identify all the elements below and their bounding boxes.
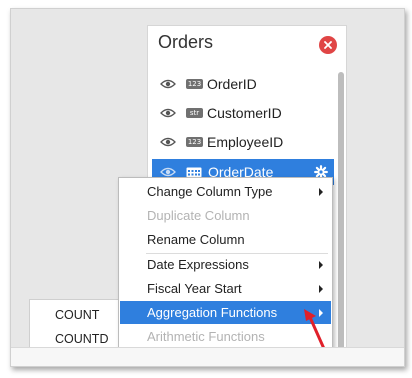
menu-item-change-column-type[interactable]: Change Column Type	[120, 180, 331, 203]
app-frame: Orders 123 OrderID str CustomerID 123 Em…	[10, 8, 405, 367]
column-row-customerid[interactable]: str CustomerID	[152, 100, 334, 126]
string-type-icon: str	[186, 108, 203, 118]
column-label: OrderID	[207, 76, 257, 92]
bottom-strip	[11, 347, 404, 366]
submenu-item-countd[interactable]: COUNTD	[55, 332, 108, 346]
panel-title: Orders	[158, 32, 214, 52]
scrollbar[interactable]	[338, 72, 344, 352]
close-icon[interactable]	[319, 36, 337, 54]
chevron-right-icon	[319, 285, 323, 293]
column-row-orderid[interactable]: 123 OrderID	[152, 71, 334, 97]
eye-icon[interactable]	[160, 137, 176, 147]
number-type-icon: 123	[186, 137, 203, 147]
column-label: EmployeeID	[207, 134, 284, 150]
chevron-right-icon	[319, 261, 323, 269]
eye-icon[interactable]	[160, 79, 176, 89]
eye-icon[interactable]	[160, 108, 176, 118]
submenu-item-count[interactable]: COUNT	[55, 308, 99, 322]
column-row-employeeid[interactable]: 123 EmployeeID	[152, 129, 334, 155]
column-label: CustomerID	[207, 105, 282, 121]
menu-item-date-expressions[interactable]: Date Expressions	[120, 253, 331, 276]
menu-item-fiscal-year-start[interactable]: Fiscal Year Start	[120, 277, 331, 300]
menu-item-duplicate-column: Duplicate Column	[147, 208, 250, 223]
chevron-right-icon	[319, 188, 323, 196]
menu-item-aggregation-functions[interactable]: Aggregation Functions	[120, 301, 331, 324]
menu-item-rename-column[interactable]: Rename Column	[120, 228, 331, 251]
eye-icon[interactable]	[160, 167, 176, 177]
number-type-icon: 123	[186, 79, 203, 89]
menu-item-arithmetic-functions: Arithmetic Functions	[147, 329, 265, 344]
